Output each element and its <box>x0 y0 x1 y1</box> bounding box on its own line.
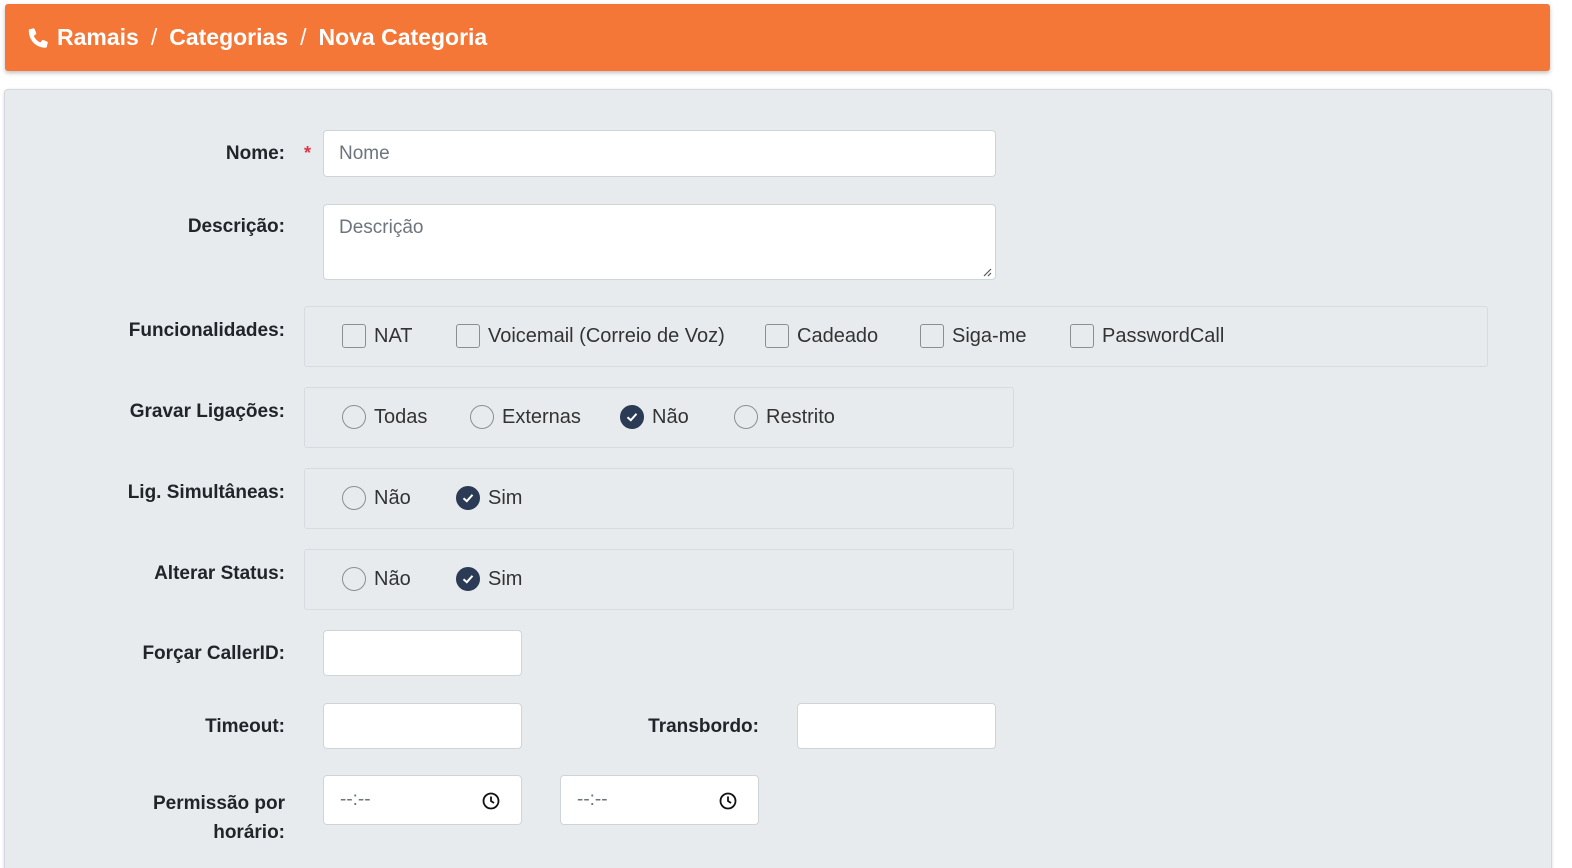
radio-label: Não <box>652 405 689 428</box>
transbordo-input[interactable] <box>797 703 996 749</box>
alterar-status-label: Alterar Status: <box>154 563 285 584</box>
checkbox-label: Siga-me <box>952 324 1027 347</box>
timeout-label: Timeout: <box>205 716 285 737</box>
clock-icon[interactable] <box>718 791 738 811</box>
checkbox-passwordcall[interactable]: PasswordCall <box>1070 324 1224 348</box>
checkbox-box[interactable] <box>342 324 366 348</box>
forcar-callerid-label: Forçar CallerID: <box>142 643 285 664</box>
transbordo-label: Transbordo: <box>648 716 759 737</box>
permissao-horario-label: Permissão por horário: <box>153 789 285 847</box>
time-placeholder: --:-- <box>577 789 608 810</box>
breadcrumb-separator: / <box>150 24 158 50</box>
descricao-label: Descrição: <box>187 216 285 237</box>
descricao-textarea[interactable] <box>323 204 996 280</box>
radio-label: Não <box>374 486 411 509</box>
radio-circle-selected[interactable] <box>456 486 480 510</box>
time-placeholder: --:-- <box>340 789 371 810</box>
radio-simultaneas-nao[interactable]: Não <box>342 486 411 510</box>
breadcrumb-bar: Ramais / Categorias / Nova Categoria <box>5 4 1550 71</box>
check-icon <box>626 413 638 422</box>
radio-gravar-restrito[interactable]: Restrito <box>734 405 835 429</box>
radio-circle-selected[interactable] <box>456 567 480 591</box>
checkbox-box[interactable] <box>456 324 480 348</box>
forcar-callerid-input[interactable] <box>323 630 522 676</box>
clock-icon[interactable] <box>481 791 501 811</box>
breadcrumb-item-ramais[interactable]: Ramais <box>57 24 139 51</box>
radio-gravar-todas[interactable]: Todas <box>342 405 427 429</box>
checkbox-voicemail[interactable]: Voicemail (Correio de Voz) <box>456 324 725 348</box>
check-icon <box>462 494 474 503</box>
radio-label: Externas <box>502 405 581 428</box>
funcionalidades-label: Funcionalidades: <box>128 320 285 341</box>
checkbox-label: PasswordCall <box>1102 324 1225 347</box>
radio-label: Não <box>374 567 411 590</box>
timeout-input[interactable] <box>323 703 522 749</box>
nome-label: Nome: <box>225 143 285 164</box>
radio-status-sim[interactable]: Sim <box>456 567 522 591</box>
checkbox-label: Voicemail (Correio de Voz) <box>488 324 725 347</box>
radio-circle[interactable] <box>342 405 366 429</box>
radio-label: Restrito <box>766 405 835 428</box>
gravar-ligacoes-label: Gravar Ligações: <box>129 401 285 422</box>
breadcrumb-item-nova-categoria: Nova Categoria <box>318 24 488 50</box>
radio-gravar-nao[interactable]: Não <box>620 405 689 429</box>
checkbox-cadeado[interactable]: Cadeado <box>765 324 878 348</box>
radio-label: Sim <box>488 486 523 509</box>
radio-simultaneas-sim[interactable]: Sim <box>456 486 522 510</box>
checkbox-box[interactable] <box>765 324 789 348</box>
permissao-horario-label-line2: horário: <box>213 822 285 843</box>
resize-grip-icon[interactable] <box>980 265 992 277</box>
radio-circle[interactable] <box>734 405 758 429</box>
radio-circle[interactable] <box>342 486 366 510</box>
required-mark: * <box>304 143 312 163</box>
radio-label: Sim <box>488 567 523 590</box>
checkbox-box[interactable] <box>1070 324 1094 348</box>
radio-circle[interactable] <box>470 405 494 429</box>
horario-inicio-input[interactable]: --:-- <box>323 775 522 825</box>
checkbox-box[interactable] <box>920 324 944 348</box>
horario-fim-input[interactable]: --:-- <box>560 775 759 825</box>
radio-gravar-externas[interactable]: Externas <box>470 405 581 429</box>
radio-circle[interactable] <box>342 567 366 591</box>
phone-icon <box>25 25 51 51</box>
radio-circle-selected[interactable] <box>620 405 644 429</box>
nome-input[interactable] <box>323 130 996 177</box>
breadcrumb-separator: / <box>300 24 307 50</box>
radio-label: Todas <box>374 405 428 428</box>
lig-simultaneas-label: Lig. Simultâneas: <box>127 482 285 503</box>
radio-status-nao[interactable]: Não <box>342 567 411 591</box>
breadcrumb-item-categorias[interactable]: Categorias <box>169 24 288 51</box>
checkbox-siga-me[interactable]: Siga-me <box>920 324 1026 348</box>
checkbox-nat[interactable]: NAT <box>342 324 413 348</box>
permissao-horario-label-line1: Permissão por <box>153 793 285 814</box>
check-icon <box>462 575 474 584</box>
checkbox-label: Cadeado <box>797 324 879 347</box>
checkbox-label: NAT <box>374 324 413 347</box>
